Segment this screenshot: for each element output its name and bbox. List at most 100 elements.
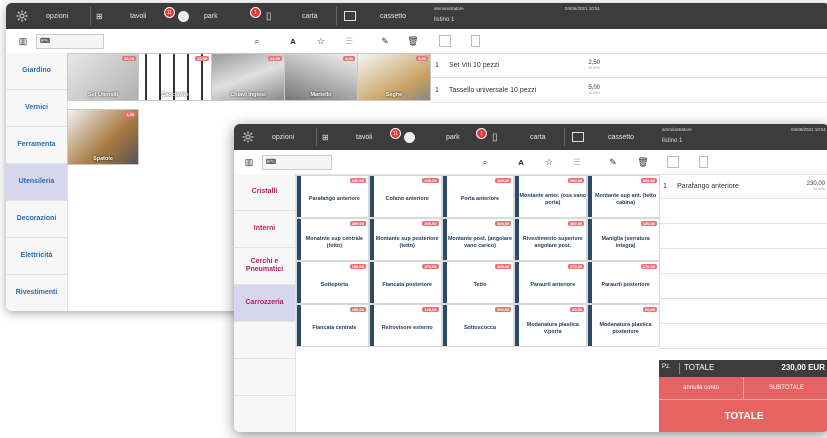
product-button[interactable]: 300,00 Monatnte sup centrale (tetto) [296, 218, 369, 261]
product-button[interactable]: 150,00 Sottoporta [296, 261, 369, 304]
order-price-block: 5,00 10,00% [588, 78, 600, 102]
product-label: Spatole [93, 156, 113, 162]
listino[interactable]: listino 1 [434, 17, 454, 23]
product-button[interactable]: 230,00 Parafango anteriore [296, 175, 369, 218]
product-label: Montante anter. (oss.vano porta) [519, 192, 587, 206]
product-tile[interactable]: 38,00 Set Utensili [67, 53, 139, 101]
select-icon[interactable] [667, 156, 679, 168]
product-button[interactable]: 170,00 Paraurti posteriore [587, 261, 660, 304]
nav-park[interactable]: park [204, 3, 218, 29]
category-giardino[interactable]: Giardino [6, 53, 67, 90]
table-icon: ⊞ [322, 132, 329, 142]
barcode-icon[interactable]: ▥ [16, 29, 30, 53]
header-info: amministratore 04/06/2021 10:51 listino … [431, 3, 827, 29]
product-button[interactable]: 470,00 Fiancata posteriore [368, 261, 442, 304]
order-qty: 1 [435, 61, 439, 69]
product-button[interactable]: 300,00 Montante sup ant. (tetto cabina) [587, 175, 660, 218]
star-icon[interactable]: ☆ [314, 29, 328, 53]
order-row[interactable]: 1 Tassello universale 10 pezzi 5,00 10,00… [431, 78, 827, 103]
order-row[interactable]: 1 Set Viti 10 pezzi 2,50 10,00% [431, 53, 827, 78]
nav-opzioni[interactable]: opzioni [272, 124, 294, 150]
sort-icon[interactable]: ᴀ [286, 29, 300, 53]
product-tile[interactable]: 5,90 Seghe [357, 53, 431, 101]
nav-carta[interactable]: carta [302, 3, 318, 29]
totale-button[interactable]: TOTALE [659, 400, 827, 432]
product-button[interactable]: 170,00 Paraurti anteriore [514, 261, 588, 304]
category-empty [234, 359, 295, 396]
search-icon[interactable]: ⌕ [250, 29, 264, 53]
barcode-input[interactable]: ⌨ [262, 155, 332, 170]
select-icon[interactable] [439, 35, 451, 47]
search-icon[interactable]: ⌕ [478, 150, 492, 174]
product-button[interactable]: 450,00 Tetto [441, 261, 515, 304]
product-button[interactable]: 120,00 Maniglia (serratura integra) [587, 218, 660, 261]
category-ferramenta[interactable]: Ferramenta [6, 127, 67, 164]
nav-cassetto[interactable]: cassetto [380, 3, 406, 29]
product-button[interactable]: 250,00 Fiancata centrale [296, 304, 369, 347]
order-empty-row [659, 324, 827, 349]
product-button[interactable]: 300,00 Montante anter. (oss.vano porta) [514, 175, 588, 218]
category-cerchi-pneumatici[interactable]: Cerchi e Pneumatici [234, 248, 295, 285]
order-desc: Parafango anteriore [677, 182, 739, 190]
listino[interactable]: listino 1 [662, 138, 682, 144]
edit-icon[interactable]: ✎ [606, 150, 620, 174]
barcode-input[interactable]: ⌨ [36, 34, 104, 49]
gear-icon[interactable] [16, 3, 28, 29]
product-button[interactable]: 300,00 Rivestimento superiore angolare po… [514, 218, 588, 261]
park-badge: 1 [250, 7, 261, 18]
product-button[interactable]: 500,00 Sottoscocca [441, 304, 515, 347]
category-elettricita[interactable]: Elettricità [6, 238, 67, 275]
gear-icon[interactable] [242, 124, 254, 150]
category-utensileria[interactable]: Utensileria [6, 164, 67, 201]
category-vernici[interactable]: Vernici [6, 90, 67, 127]
product-button[interactable]: 250,00 Porta anteriore [441, 175, 515, 218]
order-price-block: 2,50 10,00% [588, 53, 600, 77]
total-amount: 230,00 EUR [781, 363, 825, 372]
category-decorazioni[interactable]: Decorazioni [6, 201, 67, 238]
price-badge: 60,00 [642, 307, 657, 312]
order-desc: Set Viti 10 pezzi [449, 61, 500, 69]
category-rivestimenti[interactable]: Rivestimenti [6, 275, 67, 311]
category-interni[interactable]: Interni [234, 211, 295, 248]
nav-tavoli[interactable]: tavoli [130, 3, 146, 29]
product-label: Sottoscocca [463, 325, 497, 332]
total-label: TOTALE [684, 363, 715, 372]
product-tile[interactable]: 12,99 Cacciavite [138, 53, 212, 101]
price-badge: 300,00 [640, 178, 657, 183]
sort-icon[interactable]: ᴀ [514, 150, 528, 174]
barcode-icon[interactable]: ▥ [242, 150, 256, 174]
top-nav-bar: opzioni ⊞ tavoli 11 park 1 ▯ carta casse… [6, 3, 431, 29]
product-label: Cacciavite [161, 92, 189, 98]
category-carrozzeria[interactable]: Carrozzeria [234, 285, 295, 322]
doc-icon[interactable] [471, 35, 480, 47]
annulla-conto-button[interactable]: annulla conto [659, 377, 744, 400]
doc-icon[interactable] [699, 156, 708, 168]
order-row[interactable]: 1 Parafango anteriore 230,00 10,00% [659, 174, 827, 199]
toolbar: ▥ ⌨ ⌕ ᴀ ☆ ☰ ✎ 🗑 [234, 150, 659, 175]
category-cristalli[interactable]: Cristalli [234, 174, 295, 211]
product-button[interactable]: 60,00 Modanatura plastica v.porta [514, 304, 588, 347]
product-button[interactable]: 250,00 Cofano anteriore [368, 175, 442, 218]
nav-tavoli[interactable]: tavoli [356, 124, 372, 150]
edit-icon[interactable]: ✎ [378, 29, 392, 53]
star-icon[interactable]: ☆ [542, 150, 556, 174]
nav-cassetto[interactable]: cassetto [608, 124, 634, 150]
nav-park[interactable]: park [446, 124, 460, 150]
product-button[interactable]: 120,00 Retrovisore esterno [368, 304, 442, 347]
subtotale-button[interactable]: SUBTOTALE [744, 377, 827, 400]
product-tile[interactable]: 9,90 Martello [284, 53, 358, 101]
product-label: Tetto [473, 282, 487, 289]
nav-opzioni[interactable]: opzioni [46, 3, 68, 29]
list-icon[interactable]: ☰ [342, 29, 356, 53]
tavoli-badge: 11 [390, 128, 401, 139]
trash-icon[interactable]: 🗑 [406, 29, 420, 53]
product-button[interactable]: 300,00 Montante sup posteriore (tetto) [368, 218, 442, 261]
nav-carta[interactable]: carta [530, 124, 546, 150]
list-icon[interactable]: ☰ [570, 150, 584, 174]
product-button[interactable]: 60,00 Modanatura plastica posteriore [587, 304, 660, 347]
product-tile[interactable]: 23,50 Chiavi Inglesi [211, 53, 285, 101]
trash-icon[interactable]: 🗑 [636, 150, 650, 174]
product-button[interactable]: 300,00 Montante post. (angolare vano cari… [441, 218, 515, 261]
product-tile[interactable]: 1,90 Spatole [67, 109, 139, 165]
price-badge: 12,99 [194, 56, 209, 61]
